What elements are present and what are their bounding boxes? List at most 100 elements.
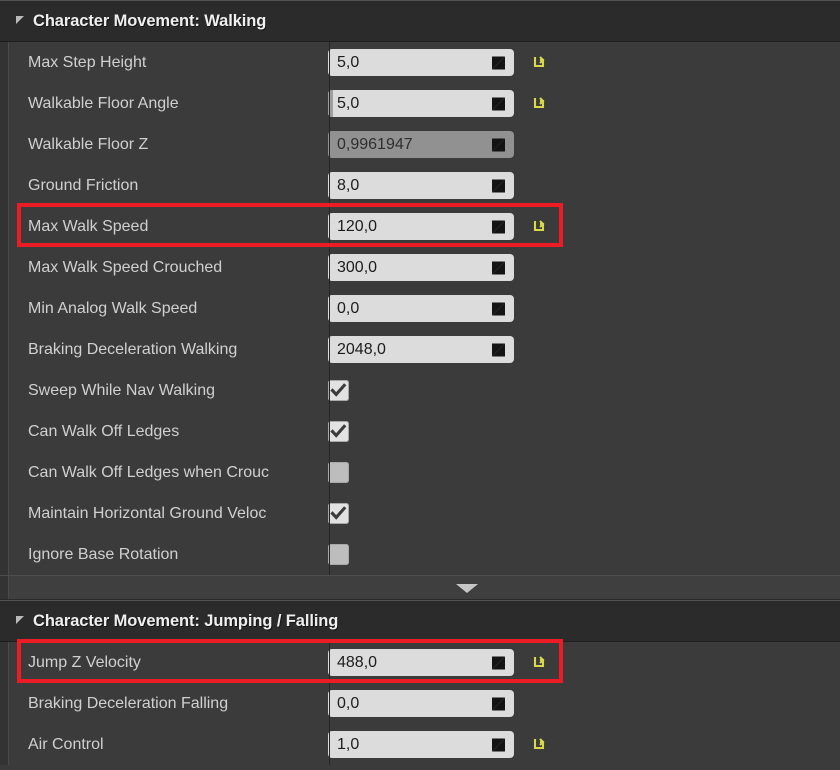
property-value [322,380,840,401]
spinner-triangle-lower [492,261,505,274]
property-row: Jump Z Velocity 488,0 [0,642,840,683]
property-checkbox[interactable] [328,462,349,483]
column-splitter[interactable] [329,247,330,288]
spinner-drag-icon [492,697,505,710]
property-row: Max Walk Speed Crouched 300,0 [0,247,840,288]
property-label: Ground Friction [28,176,139,194]
column-splitter[interactable] [329,493,330,534]
property-label: Max Walk Speed Crouched [28,258,223,276]
numeric-value: 1,0 [337,736,360,753]
spinner-triangle-lower [492,738,505,751]
spinner-drag-icon [492,302,505,315]
property-value: 2048,0 [322,336,840,363]
spinner-drag-icon [492,261,505,274]
numeric-input-field[interactable]: 120,0 [328,213,514,240]
reset-to-default-icon[interactable] [532,55,547,70]
column-splitter[interactable] [329,83,330,124]
spinner-triangle-lower [492,343,505,356]
property-value: 300,0 [322,254,840,281]
show-more-properties-row[interactable] [0,575,840,600]
column-splitter[interactable] [329,411,330,452]
property-row: Max Walk Speed 120,0 [0,206,840,247]
property-value: 120,0 [322,213,840,240]
numeric-input-field[interactable]: 0,0 [328,690,514,717]
property-row: Walkable Floor Z 0,9961947 [0,124,840,165]
section-title: Character Movement: Jumping / Falling [33,611,339,630]
spinner-drag-icon [492,738,505,751]
property-checkbox[interactable] [328,544,349,565]
numeric-input-field[interactable]: 1,0 [328,731,514,758]
triangle-expanded-icon[interactable] [16,616,24,624]
numeric-input-field[interactable]: 2048,0 [328,336,514,363]
property-row: Ignore Base Rotation [0,534,840,575]
property-label: Max Step Height [28,53,147,71]
property-value: 0,9961947 [322,131,840,158]
property-value: 1,0 [322,731,840,758]
reset-to-default-icon[interactable] [532,219,547,234]
property-row: Sweep While Nav Walking [0,370,840,411]
column-splitter[interactable] [329,124,330,165]
numeric-input-field[interactable]: 5,0 [328,49,514,76]
section-header-1[interactable]: Character Movement: Jumping / Falling [0,600,840,642]
property-value [322,421,840,442]
section-header-0[interactable]: Character Movement: Walking [0,0,840,42]
numeric-input-field[interactable]: 488,0 [328,649,514,676]
reset-to-default-icon[interactable] [532,96,547,111]
property-label: Can Walk Off Ledges when Crouc [28,463,270,481]
property-label: Walkable Floor Z [28,135,149,153]
property-row: Can Walk Off Ledges [0,411,840,452]
property-label: Air Control [28,735,104,753]
triangle-expanded-icon[interactable] [16,16,24,24]
spinner-triangle-lower [492,697,505,710]
property-checkbox[interactable] [328,421,349,442]
section-title: Character Movement: Walking [33,11,267,30]
numeric-value: 5,0 [337,54,360,71]
property-label: Max Walk Speed [28,217,149,235]
column-splitter[interactable] [329,288,330,329]
spinner-drag-icon [492,343,505,356]
property-row: Max Step Height 5,0 [0,42,840,83]
spinner-triangle-lower [492,56,505,69]
property-checkbox[interactable] [328,380,349,401]
spinner-triangle-lower [492,179,505,192]
property-value [322,503,840,524]
property-value: 5,0 [322,90,840,117]
numeric-input-field[interactable]: 0,0 [328,295,514,322]
property-label: Walkable Floor Angle [28,94,179,112]
reset-to-default-icon[interactable] [532,655,547,670]
spinner-drag-icon [492,138,505,151]
property-row: Braking Deceleration Falling 0,0 [0,683,840,724]
property-label: Can Walk Off Ledges [28,422,180,440]
numeric-input-field[interactable]: 5,0 [328,90,514,117]
spinner-drag-icon [492,220,505,233]
property-row: Braking Deceleration Walking 2048,0 [0,329,840,370]
column-splitter[interactable] [329,165,330,206]
section-rows-1: Jump Z Velocity 488,0 Braking Deceleration… [0,642,840,765]
spinner-triangle-lower [492,656,505,669]
reset-to-default-icon[interactable] [532,737,547,752]
numeric-input-field[interactable]: 8,0 [328,172,514,199]
property-label: Maintain Horizontal Ground Veloc [28,504,267,522]
chevron-down-icon[interactable] [456,584,478,593]
column-splitter[interactable] [329,724,330,765]
property-checkbox[interactable] [328,503,349,524]
column-splitter[interactable] [329,683,330,724]
column-splitter[interactable] [329,534,330,575]
spinner-triangle-lower [492,97,505,110]
section-rows-0: Max Step Height 5,0 Walkable Floor Angle 5,… [0,42,840,575]
column-splitter[interactable] [329,206,330,247]
property-value: 5,0 [322,49,840,76]
column-splitter[interactable] [329,642,330,683]
spinner-drag-icon [492,179,505,192]
property-row: Maintain Horizontal Ground Veloc [0,493,840,534]
property-value [322,544,840,565]
numeric-value: 0,0 [337,300,360,317]
column-splitter[interactable] [329,42,330,83]
property-value: 0,0 [322,690,840,717]
numeric-input-field[interactable]: 300,0 [328,254,514,281]
property-value: 0,0 [322,295,840,322]
column-splitter[interactable] [329,452,330,493]
column-splitter[interactable] [329,370,330,411]
column-splitter[interactable] [329,329,330,370]
property-label: Jump Z Velocity [28,653,141,671]
